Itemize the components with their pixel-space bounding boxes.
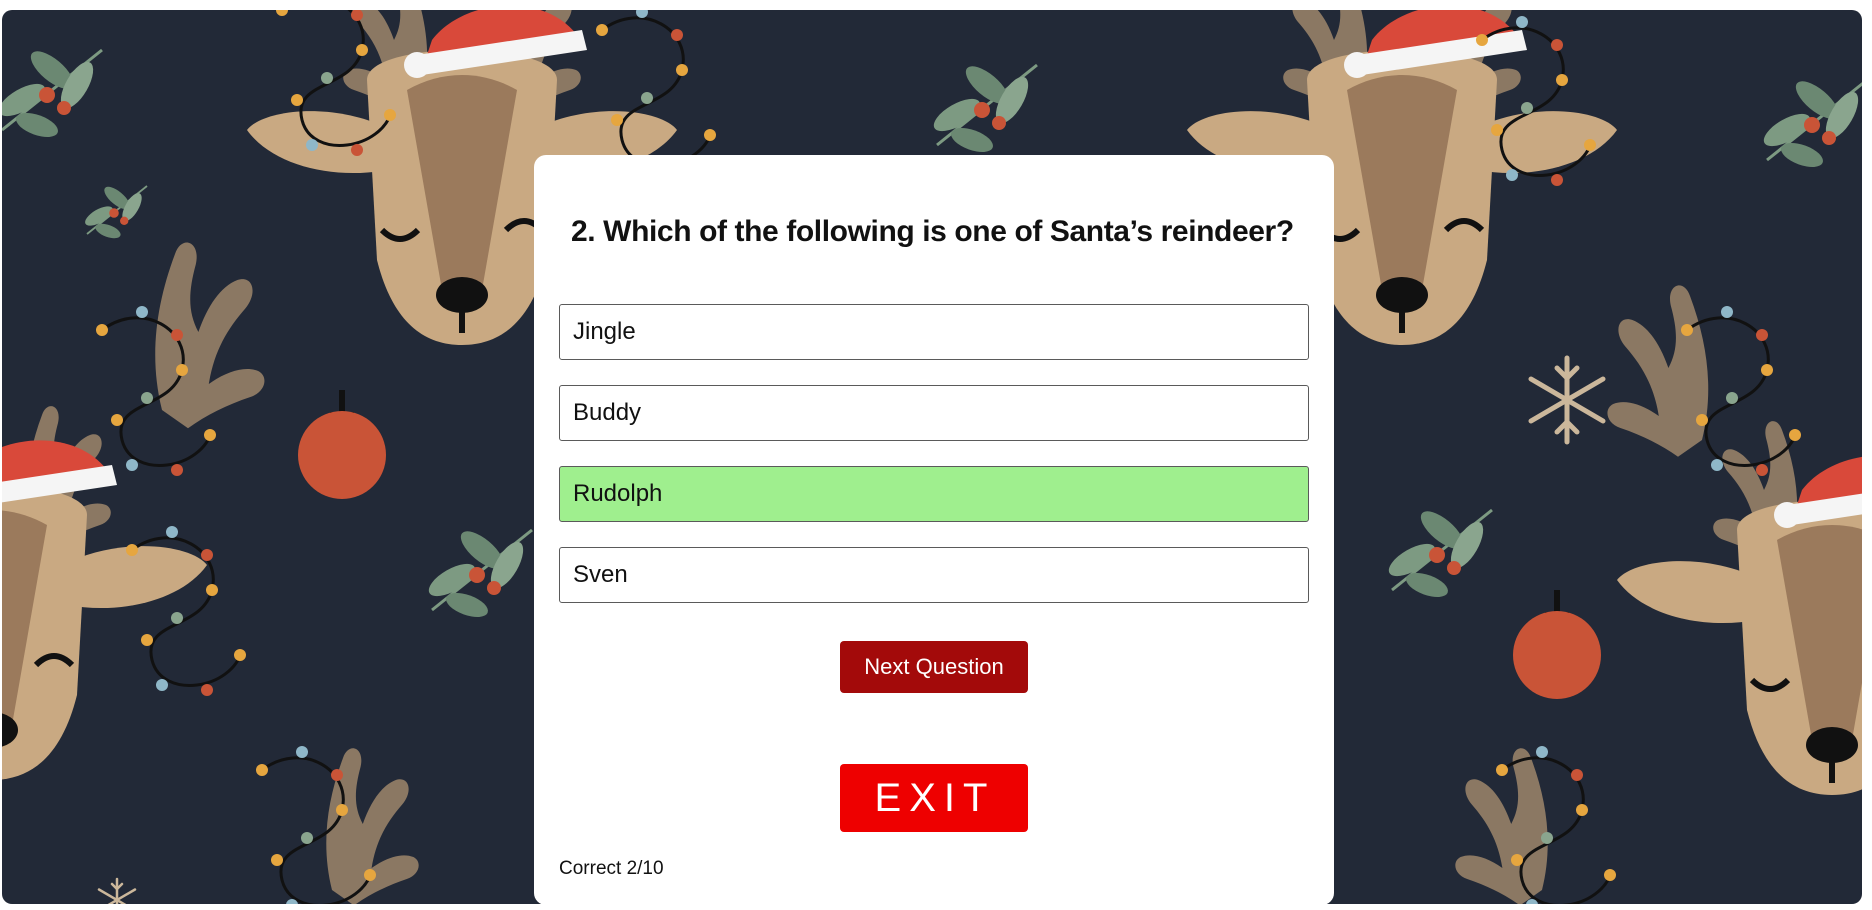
snowflake-icon bbox=[1531, 358, 1603, 442]
ornament-icon bbox=[1513, 590, 1601, 699]
next-question-button[interactable]: Next Question bbox=[840, 641, 1028, 693]
mistletoe-icon bbox=[1382, 503, 1494, 604]
mistletoe-icon bbox=[422, 523, 534, 624]
answer-option-correct[interactable]: Rudolph bbox=[559, 466, 1309, 522]
exit-button[interactable]: EXIT bbox=[840, 764, 1028, 832]
score-counter: Correct 2/10 bbox=[559, 858, 664, 879]
reindeer-icon bbox=[1617, 421, 1862, 795]
answer-option[interactable]: Buddy bbox=[559, 385, 1309, 441]
mistletoe-icon bbox=[927, 58, 1039, 159]
snowflake-icon bbox=[97, 877, 137, 904]
question-text: 2. Which of the following is one of Sant… bbox=[571, 215, 1294, 248]
app-frame: 2. Which of the following is one of Sant… bbox=[2, 10, 1862, 904]
mistletoe-icon bbox=[81, 182, 148, 243]
antler-icon bbox=[1607, 285, 1709, 457]
mistletoe-icon bbox=[2, 43, 104, 144]
quiz-card: 2. Which of the following is one of Sant… bbox=[534, 155, 1334, 904]
answer-list: Jingle Buddy Rudolph Sven bbox=[559, 304, 1309, 628]
mistletoe-icon bbox=[1757, 73, 1862, 174]
answer-option[interactable]: Jingle bbox=[559, 304, 1309, 360]
ornament-icon bbox=[298, 390, 386, 499]
answer-option[interactable]: Sven bbox=[559, 547, 1309, 603]
